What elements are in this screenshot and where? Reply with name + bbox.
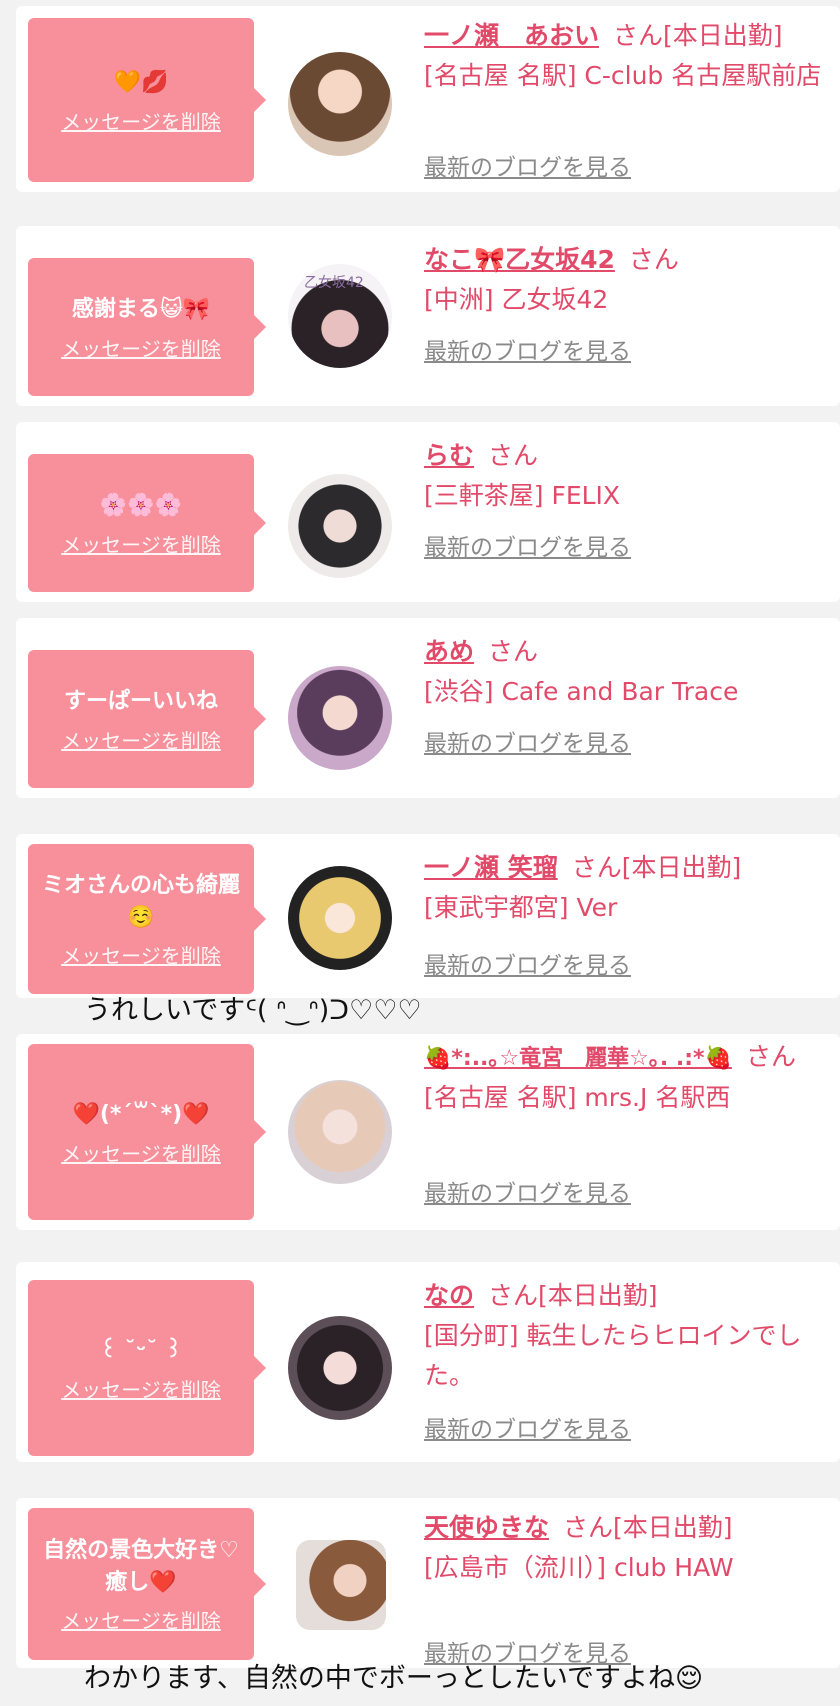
- message-card: 感謝まる😺🎀 メッセージを削除 乙女坂42 なこ🎀乙女坂42 さん [中洲] 乙女…: [16, 226, 840, 406]
- message-text: ミオさんの心も綺麗☺️: [41, 872, 240, 930]
- latest-blog-link[interactable]: 最新のブログを見る: [424, 724, 631, 758]
- message-bubble: すーぱーいいね メッセージを削除: [28, 650, 266, 788]
- girl-name-link[interactable]: 🍓*:..｡☆竜宮 麗華☆｡. .:*🍓: [424, 1046, 732, 1071]
- girl-name-link[interactable]: らむ: [424, 441, 474, 470]
- shop-name: [国分町] 転生したらヒロインでした。: [424, 1321, 802, 1390]
- girl-name-link[interactable]: なこ🎀乙女坂42: [424, 245, 615, 274]
- shop-name: [名古屋 名駅] C-club 名古屋駅前店: [424, 61, 822, 90]
- shop-name: [三軒茶屋] FELIX: [424, 481, 621, 510]
- delete-message-link[interactable]: メッセージを削除: [61, 1138, 221, 1167]
- message-text: 🌸🌸🌸: [99, 492, 183, 518]
- latest-blog-link[interactable]: 最新のブログを見る: [424, 946, 631, 980]
- latest-blog-link[interactable]: 最新のブログを見る: [424, 1410, 631, 1444]
- message-card: 🌸🌸🌸 メッセージを削除 らむ さん [三軒茶屋] FELIX 最新のブログを見る: [16, 422, 840, 602]
- honorific-status: さん: [488, 637, 539, 666]
- overlay-comment: わかります、自然の中でボーっとしたいですよね😌: [84, 1663, 704, 1694]
- message-text: 🧡💋: [113, 69, 169, 95]
- delete-message-link[interactable]: メッセージを削除: [61, 529, 221, 558]
- honorific-status: さん[本日出勤]: [613, 21, 783, 50]
- honorific-status: さん: [628, 245, 679, 274]
- delete-message-link[interactable]: メッセージを削除: [61, 725, 221, 754]
- message-text: 感謝まる😺🎀: [71, 296, 211, 322]
- delete-message-link[interactable]: メッセージを削除: [61, 333, 221, 362]
- message-bubble: ❤️(*´꒳`*)❤️ メッセージを削除: [28, 1044, 266, 1220]
- girl-name-link[interactable]: あめ: [424, 637, 474, 666]
- avatar[interactable]: [288, 52, 392, 156]
- shop-name: [渋谷] Cafe and Bar Trace: [424, 677, 739, 706]
- latest-blog-link[interactable]: 最新のブログを見る: [424, 1174, 631, 1208]
- avatar[interactable]: [288, 1080, 392, 1184]
- latest-blog-link[interactable]: 最新のブログを見る: [424, 332, 631, 366]
- latest-blog-link[interactable]: 最新のブログを見る: [424, 148, 631, 182]
- message-card: ꒰ ˘ᵕ˘ ꒱ メッセージを削除 なの さん[本日出勤] [国分町] 転生したらヒ…: [16, 1262, 840, 1462]
- message-bubble: 自然の景色大好き♡癒し❤️ メッセージを削除: [28, 1508, 266, 1660]
- overlay-comment: うれしいですᑦ( ᐢ‿ᐢ)ᑐ♡♡♡: [84, 995, 422, 1026]
- shop-name: [名古屋 名駅] mrs.J 名駅西: [424, 1083, 731, 1112]
- avatar[interactable]: 乙女坂42: [288, 264, 392, 368]
- message-bubble: 感謝まる😺🎀 メッセージを削除: [28, 258, 266, 396]
- message-card: ミオさんの心も綺麗☺️ メッセージを削除 一ノ瀬 笑瑠 さん[本日出勤] [東武宇…: [16, 834, 840, 998]
- latest-blog-link[interactable]: 最新のブログを見る: [424, 528, 631, 562]
- avatar-overlay-text: 乙女坂42: [304, 275, 364, 291]
- shop-name: [中洲] 乙女坂42: [424, 285, 609, 314]
- honorific-status: さん[本日出勤]: [488, 1281, 658, 1310]
- avatar[interactable]: [288, 866, 392, 970]
- message-bubble: ꒰ ˘ᵕ˘ ꒱ メッセージを削除: [28, 1280, 266, 1456]
- honorific-status: さん: [488, 441, 539, 470]
- message-text: 自然の景色大好き♡癒し❤️: [43, 1537, 239, 1595]
- message-bubble: 🌸🌸🌸 メッセージを削除: [28, 454, 266, 592]
- message-text: ꒰ ˘ᵕ˘ ꒱: [99, 1337, 183, 1363]
- girl-name-link[interactable]: なの: [424, 1281, 474, 1310]
- message-card: 自然の景色大好き♡癒し❤️ メッセージを削除 天使ゆきな さん[本日出勤] [広島…: [16, 1498, 840, 1668]
- message-card: ❤️(*´꒳`*)❤️ メッセージを削除 🍓*:..｡☆竜宮 麗華☆｡. .:*…: [16, 1034, 840, 1230]
- message-bubble: 🧡💋 メッセージを削除: [28, 18, 266, 182]
- avatar[interactable]: [288, 666, 392, 770]
- avatar[interactable]: [296, 1540, 386, 1630]
- avatar[interactable]: [288, 1316, 392, 1420]
- honorific-status: さん[本日出勤]: [571, 853, 742, 882]
- message-text: ❤️(*´꒳`*)❤️: [72, 1101, 210, 1127]
- message-bubble: ミオさんの心も綺麗☺️ メッセージを削除: [28, 844, 266, 994]
- shop-name: [広島市（流川）] club HAW: [424, 1553, 734, 1582]
- honorific-status: さん: [745, 1042, 796, 1071]
- girl-name-link[interactable]: 一ノ瀬 あおい: [424, 21, 599, 50]
- girl-name-link[interactable]: 一ノ瀬 笑瑠: [424, 853, 558, 882]
- avatar[interactable]: [288, 474, 392, 578]
- shop-name: [東武宇都宮] Ver: [424, 893, 618, 922]
- message-card: 🧡💋 メッセージを削除 一ノ瀬 あおい さん[本日出勤] [名古屋 名駅] C-c…: [16, 6, 840, 192]
- delete-message-link[interactable]: メッセージを削除: [61, 1605, 221, 1634]
- message-text: すーぱーいいね: [63, 688, 218, 714]
- honorific-status: さん[本日出勤]: [563, 1513, 733, 1542]
- delete-message-link[interactable]: メッセージを削除: [61, 106, 221, 135]
- delete-message-link[interactable]: メッセージを削除: [61, 1374, 221, 1403]
- delete-message-link[interactable]: メッセージを削除: [61, 940, 221, 969]
- message-card: すーぱーいいね メッセージを削除 あめ さん [渋谷] Cafe and Bar …: [16, 618, 840, 798]
- girl-name-link[interactable]: 天使ゆきな: [424, 1513, 549, 1542]
